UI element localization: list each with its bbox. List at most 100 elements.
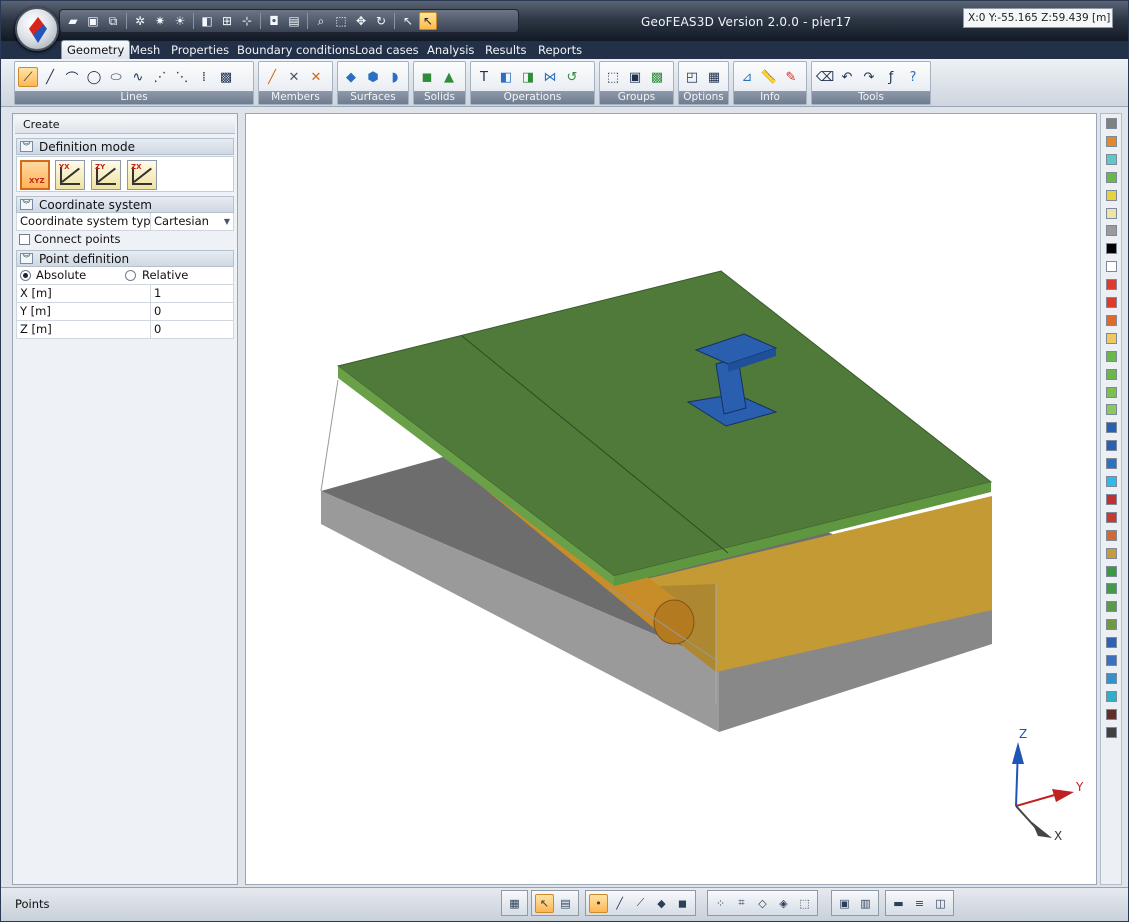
point-definition-header[interactable]: ︾ Point definition xyxy=(16,250,234,267)
help-icon[interactable]: ? xyxy=(903,67,923,87)
palette-swatch[interactable] xyxy=(1106,726,1117,738)
group-box-icon[interactable]: ▣ xyxy=(625,67,645,87)
zx-mode-icon[interactable]: ZX xyxy=(127,160,157,190)
tab-load-cases[interactable]: Load cases xyxy=(350,41,424,59)
gear-mesh-icon[interactable]: ✷ xyxy=(151,12,169,30)
show-solids-icon[interactable]: ◈ xyxy=(774,894,793,913)
palette-swatch[interactable] xyxy=(1106,368,1117,380)
save-icon[interactable]: ▣ xyxy=(84,12,102,30)
join-line-icon[interactable]: ⋱ xyxy=(172,67,192,87)
rotate-icon[interactable]: ↻ xyxy=(372,12,390,30)
surface-extrude-icon[interactable]: ⬢ xyxy=(363,67,383,87)
palette-swatch[interactable] xyxy=(1106,314,1117,326)
render-wire-icon[interactable]: ≡ xyxy=(910,894,929,913)
select-surfaces-icon[interactable]: ◆ xyxy=(652,894,671,913)
select-solids-icon[interactable]: ◼ xyxy=(673,894,692,913)
redo-icon[interactable]: ↷ xyxy=(859,67,879,87)
collapse-chevron-icon[interactable]: ︾ xyxy=(20,253,33,264)
view-split-icon[interactable]: ▥ xyxy=(856,894,875,913)
palette-swatch[interactable] xyxy=(1106,404,1117,416)
camera-icon[interactable]: ◘ xyxy=(265,12,283,30)
palette-swatch[interactable] xyxy=(1106,547,1117,559)
palette-swatch[interactable] xyxy=(1106,690,1117,702)
zy-mode-icon[interactable]: ZY xyxy=(91,160,121,190)
render-mode-icon[interactable]: ⊞ xyxy=(218,12,236,30)
probe-icon[interactable]: ✎ xyxy=(781,67,801,87)
y-coordinate-input[interactable]: 0 xyxy=(150,303,235,320)
palette-swatch[interactable] xyxy=(1106,279,1117,291)
select-members-icon[interactable]: ⟋ xyxy=(631,894,650,913)
xyz-mode-icon[interactable]: XYZ xyxy=(20,160,50,190)
section-icon[interactable]: ⊹ xyxy=(238,12,256,30)
eraser-icon[interactable]: ⌫ xyxy=(815,67,835,87)
yx-mode-icon[interactable]: YX xyxy=(55,160,85,190)
group-select-icon[interactable]: ⬚ xyxy=(603,67,623,87)
palette-swatch[interactable] xyxy=(1106,118,1117,129)
absolute-radio[interactable] xyxy=(20,270,31,281)
render-shade-icon[interactable]: ▬ xyxy=(889,894,908,913)
single-view-icon[interactable]: ▦ xyxy=(505,894,524,913)
line-props-icon[interactable]: ▩ xyxy=(216,67,236,87)
point-icon[interactable]: ⟋ xyxy=(18,67,38,87)
palette-swatch[interactable] xyxy=(1106,583,1117,595)
grid-icon[interactable]: ▦ xyxy=(704,67,724,87)
application-menu-button[interactable] xyxy=(15,7,59,51)
coordinate-system-header[interactable]: ︾ Coordinate system xyxy=(16,196,234,213)
connect-points-checkbox[interactable] xyxy=(19,234,30,245)
palette-swatch[interactable] xyxy=(1106,529,1117,541)
connect-points-row[interactable]: Connect points xyxy=(16,231,234,249)
mirror-op-icon[interactable]: ⋈ xyxy=(540,67,560,87)
select-points-icon[interactable]: • xyxy=(589,893,608,913)
palette-swatch[interactable] xyxy=(1106,619,1117,631)
snap-grid-icon[interactable]: ▤ xyxy=(556,894,575,913)
show-points-icon[interactable]: ⁘ xyxy=(711,894,730,913)
export-icon[interactable]: ⧉ xyxy=(104,12,122,30)
palette-swatch[interactable] xyxy=(1106,511,1117,523)
palette-swatch[interactable] xyxy=(1106,637,1117,649)
dropdown-arrow-icon[interactable]: ▼ xyxy=(224,213,230,230)
view-cube-icon[interactable]: ◧ xyxy=(198,12,216,30)
palette-swatch[interactable] xyxy=(1106,261,1117,273)
measure-icon[interactable]: ⊿ xyxy=(737,67,757,87)
palette-swatch[interactable] xyxy=(1106,493,1117,505)
collapse-chevron-icon[interactable]: ︾ xyxy=(20,199,33,210)
tab-reports[interactable]: Reports xyxy=(533,41,587,59)
palette-swatch[interactable] xyxy=(1106,225,1117,237)
show-surfaces-icon[interactable]: ◇ xyxy=(753,894,772,913)
palette-swatch[interactable] xyxy=(1106,440,1117,452)
group-solid-icon[interactable]: ▩ xyxy=(647,67,667,87)
script-icon[interactable]: ƒ xyxy=(881,67,901,87)
surface-plane-icon[interactable]: ◆ xyxy=(341,67,361,87)
palette-swatch[interactable] xyxy=(1106,153,1117,165)
snap-pointer-icon[interactable]: ↖ xyxy=(535,893,554,913)
collapse-chevron-icon[interactable]: ︾ xyxy=(20,141,33,152)
view-window-icon[interactable]: ▣ xyxy=(835,894,854,913)
ellipse-icon[interactable]: ⬭ xyxy=(106,67,126,87)
move-op-icon[interactable]: ◨ xyxy=(518,67,538,87)
tab-results[interactable]: Results xyxy=(480,41,532,59)
solid-box-icon[interactable]: ◼ xyxy=(417,67,437,87)
tab-mesh[interactable]: Mesh xyxy=(125,41,165,59)
definition-mode-header[interactable]: ︾ Definition mode xyxy=(16,138,234,155)
rotate-op-icon[interactable]: ↺ xyxy=(562,67,582,87)
solid-prism-icon[interactable]: ▲ xyxy=(439,67,459,87)
surface-revolve-icon[interactable]: ◗ xyxy=(385,67,405,87)
sun-light-icon[interactable]: ☀ xyxy=(171,12,189,30)
relative-radio[interactable] xyxy=(125,270,136,281)
snapshot-icon[interactable]: ▤ xyxy=(285,12,303,30)
palette-swatch[interactable] xyxy=(1106,601,1117,613)
zoom-window-icon[interactable]: ⬚ xyxy=(332,12,350,30)
copy-op-icon[interactable]: ◧ xyxy=(496,67,516,87)
divide-line-icon[interactable]: ⁞ xyxy=(194,67,214,87)
tab-boundary-conditions[interactable]: Boundary conditions xyxy=(232,41,360,59)
palette-swatch[interactable] xyxy=(1106,135,1117,147)
split-line-icon[interactable]: ⋰ xyxy=(150,67,170,87)
folder-open-icon[interactable]: ▰ xyxy=(64,12,82,30)
member-split-icon[interactable]: ✕ xyxy=(306,67,326,87)
palette-swatch[interactable] xyxy=(1106,189,1117,201)
palette-swatch[interactable] xyxy=(1106,708,1117,720)
member-icon[interactable]: ╱ xyxy=(262,67,282,87)
pick-pointer-icon[interactable]: ↖ xyxy=(419,12,437,30)
z-coordinate-input[interactable]: 0 xyxy=(150,321,235,338)
arc-icon[interactable]: ⌒ xyxy=(62,67,82,87)
